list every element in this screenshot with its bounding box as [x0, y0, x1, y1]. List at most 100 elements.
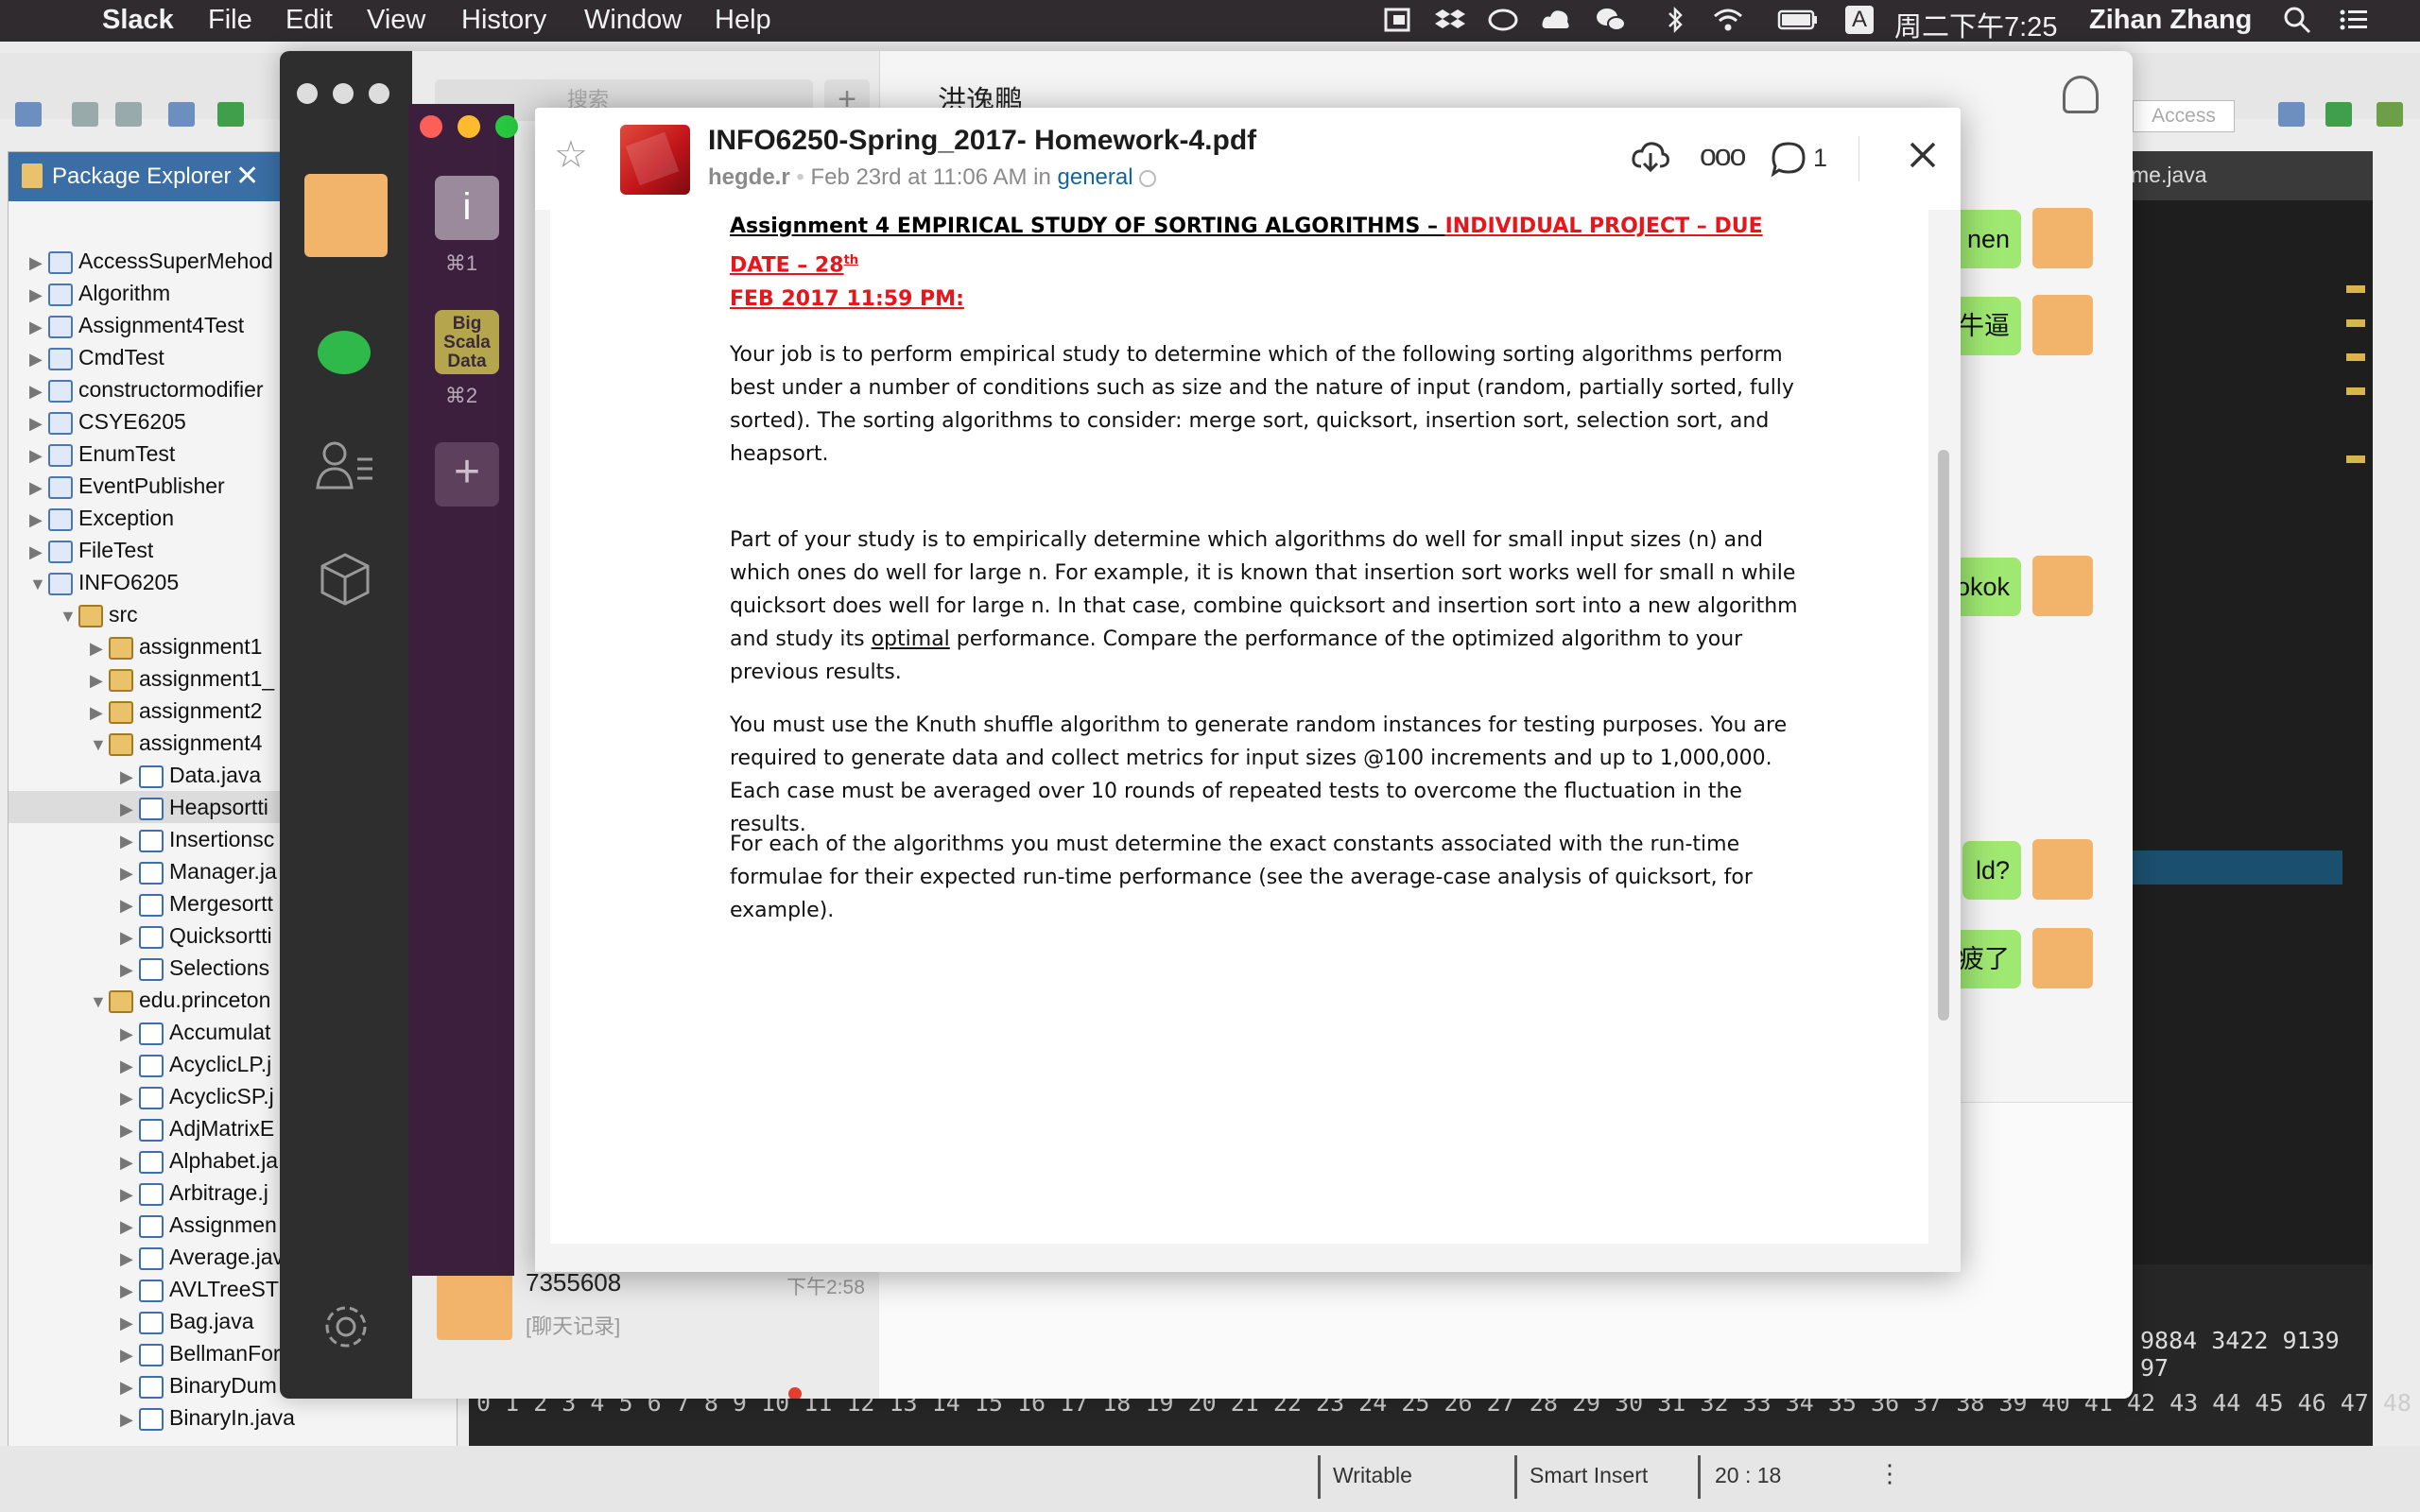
cloud-icon[interactable]: [1541, 6, 1571, 34]
save-icon[interactable]: [72, 102, 98, 127]
chevron-right-icon[interactable]: ▶: [120, 1307, 139, 1339]
chevron-right-icon[interactable]: ▶: [120, 1178, 139, 1211]
menu-edit[interactable]: Edit: [285, 5, 333, 36]
chevron-right-icon[interactable]: ▶: [120, 793, 139, 825]
chevron-right-icon[interactable]: ▶: [120, 1243, 139, 1275]
menu-history[interactable]: History: [461, 5, 546, 36]
quick-access-field[interactable]: Access: [2133, 100, 2235, 132]
window-zoom-button[interactable]: [369, 83, 389, 104]
open-perspective-icon[interactable]: [2278, 102, 2305, 127]
tree-item[interactable]: ▶ BinaryIn.java: [9, 1401, 457, 1434]
notification-center-icon[interactable]: [2339, 6, 2369, 34]
chevron-right-icon[interactable]: ▶: [29, 311, 48, 343]
chevron-right-icon[interactable]: ▶: [29, 375, 48, 407]
more-actions-icon[interactable]: ooo: [1700, 138, 1746, 173]
avatar[interactable]: [2032, 928, 2093, 988]
vertical-scrollbar[interactable]: [1938, 450, 1949, 1021]
chevron-right-icon[interactable]: ▶: [120, 1082, 139, 1114]
channel-link[interactable]: general: [1058, 164, 1133, 190]
chevron-right-icon[interactable]: ▶: [29, 279, 48, 311]
comment-count[interactable]: 1: [1813, 144, 1827, 173]
window-minimize-button[interactable]: [458, 115, 480, 138]
chevron-right-icon[interactable]: ▶: [120, 1146, 139, 1178]
chevron-right-icon[interactable]: ▶: [120, 761, 139, 793]
dropbox-icon[interactable]: [1435, 6, 1465, 34]
chevron-right-icon[interactable]: ▶: [29, 472, 48, 504]
profile-icon[interactable]: [2063, 76, 2099, 113]
chevron-right-icon[interactable]: ▶: [90, 632, 109, 664]
chevron-right-icon[interactable]: ▶: [120, 1211, 139, 1243]
team-button-big-scala-data[interactable]: Big Scala Data: [435, 310, 499, 374]
pdf-viewer[interactable]: Assignment 4 EMPIRICAL STUDY OF SORTING …: [535, 210, 1961, 1272]
warning-marker[interactable]: [2346, 455, 2365, 463]
chevron-right-icon[interactable]: ▶: [120, 954, 139, 986]
battery-icon[interactable]: [1777, 6, 1819, 34]
chevron-right-icon[interactable]: ▶: [120, 1050, 139, 1082]
chevron-down-icon[interactable]: ▼: [29, 568, 48, 600]
close-icon[interactable]: ✕: [235, 160, 259, 193]
avatar[interactable]: [2032, 556, 2093, 616]
settings-gear-icon[interactable]: [320, 1300, 372, 1353]
warning-marker[interactable]: [2346, 319, 2365, 327]
chevron-right-icon[interactable]: ▶: [120, 921, 139, 954]
avatar[interactable]: [2032, 839, 2093, 900]
chat-bubble[interactable]: ld?: [1962, 841, 2021, 900]
wechat-icon[interactable]: [1596, 6, 1626, 34]
menu-app-name[interactable]: Slack: [102, 5, 174, 36]
chevron-right-icon[interactable]: ▶: [29, 343, 48, 375]
file-title[interactable]: INFO6250-Spring_2017- Homework-4.pdf: [708, 125, 1256, 157]
chevron-right-icon[interactable]: ▶: [120, 1371, 139, 1403]
chevron-right-icon[interactable]: ▶: [90, 696, 109, 729]
new-icon[interactable]: [15, 102, 42, 127]
file-date[interactable]: Feb 23rd at 11:06 AM: [810, 164, 1027, 190]
debug-perspective-icon[interactable]: [2377, 102, 2403, 127]
avatar[interactable]: [2032, 208, 2093, 268]
editor-tab-label[interactable]: me.java: [2131, 163, 2207, 188]
chevron-right-icon[interactable]: ▶: [120, 1275, 139, 1307]
menubar-clock[interactable]: 周二下午7:25: [1894, 5, 2057, 44]
avatar[interactable]: [2032, 295, 2093, 355]
disk-icon[interactable]: [1488, 6, 1518, 34]
menu-file[interactable]: File: [208, 5, 252, 36]
chevron-right-icon[interactable]: ▶: [29, 504, 48, 536]
chevron-right-icon[interactable]: ▶: [90, 664, 109, 696]
input-source-indicator[interactable]: A: [1845, 6, 1874, 34]
chevron-right-icon[interactable]: ▶: [120, 1339, 139, 1371]
file-author[interactable]: hegde.r: [708, 164, 790, 190]
save-all-icon[interactable]: [115, 102, 142, 127]
chevron-down-icon[interactable]: ▼: [90, 729, 109, 761]
wifi-icon[interactable]: [1713, 6, 1743, 34]
close-icon[interactable]: [1904, 136, 1942, 174]
chat-icon[interactable]: [318, 331, 371, 374]
chevron-right-icon[interactable]: ▶: [120, 825, 139, 857]
avatar[interactable]: [304, 174, 388, 257]
chat-bubble[interactable]: nen: [1953, 210, 2021, 268]
warning-marker[interactable]: [2346, 387, 2365, 395]
chevron-right-icon[interactable]: ▶: [29, 407, 48, 439]
chevron-right-icon[interactable]: ▶: [120, 1018, 139, 1050]
bluetooth-icon[interactable]: [1660, 6, 1690, 34]
chevron-right-icon[interactable]: ▶: [120, 889, 139, 921]
editor-tab[interactable]: me.java: [2129, 151, 2373, 200]
chevron-right-icon[interactable]: ▶: [120, 857, 139, 889]
channel-info-icon[interactable]: [1139, 169, 1157, 187]
comment-icon[interactable]: [1770, 140, 1807, 178]
warning-marker[interactable]: [2346, 353, 2365, 361]
star-icon[interactable]: ☆: [554, 136, 588, 174]
download-icon[interactable]: [1632, 140, 1669, 174]
window-close-button[interactable]: [297, 83, 318, 104]
menubar-user[interactable]: Zihan Zhang: [2089, 5, 2252, 36]
chevron-right-icon[interactable]: ▶: [120, 1114, 139, 1146]
add-team-button[interactable]: +: [435, 442, 499, 507]
chevron-down-icon[interactable]: ▼: [90, 986, 109, 1018]
chevron-right-icon[interactable]: ▶: [29, 439, 48, 472]
chevron-right-icon[interactable]: ▶: [29, 247, 48, 279]
window-minimize-button[interactable]: [333, 83, 354, 104]
chevron-down-icon[interactable]: ▼: [60, 600, 78, 632]
menu-help[interactable]: Help: [715, 5, 771, 36]
warning-marker[interactable]: [2346, 285, 2365, 293]
menu-view[interactable]: View: [367, 5, 425, 36]
debug-icon[interactable]: [217, 102, 244, 127]
chevron-right-icon[interactable]: ▶: [29, 536, 48, 568]
team-button-i[interactable]: i: [435, 176, 499, 240]
